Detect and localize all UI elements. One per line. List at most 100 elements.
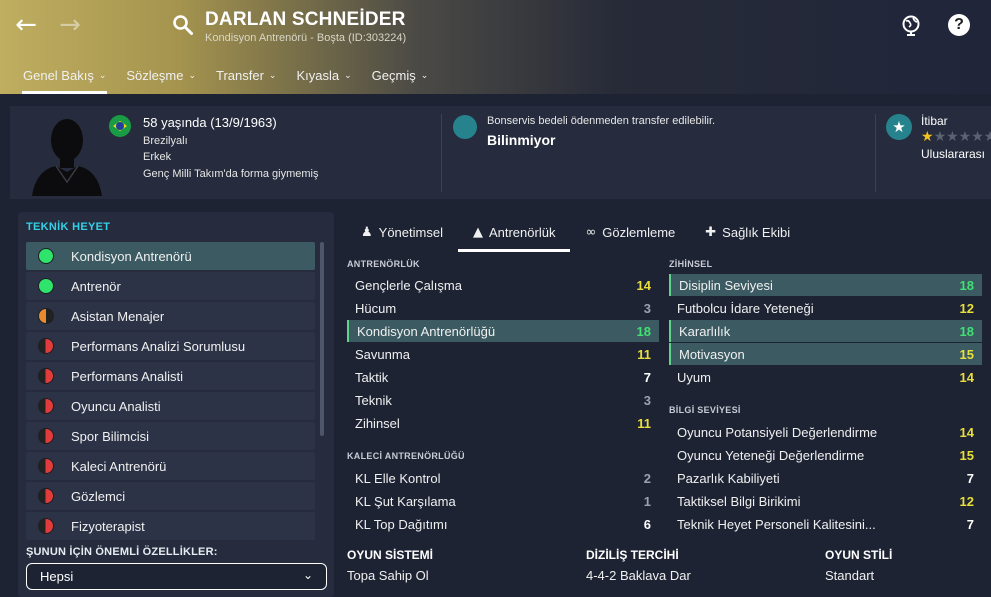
divider [875,114,876,192]
attr-row: Teknik 3 [347,389,659,411]
staff-item-assistant-manager[interactable]: Asistan Menajer [26,302,315,330]
attr-label: Teknik [355,392,392,408]
status-dot-icon [38,368,54,384]
attr-row-highlighted: Kararlılık 18 [669,320,982,342]
attr-value: 15 [959,447,974,463]
staff-item-physio[interactable]: Fizyoterapist [26,512,315,540]
staff-item-sports-scientist[interactable]: Spor Bilimcisi [26,422,315,450]
sub-tab-label: Antrenörlük [488,224,556,240]
reputation-star-icon: ★ [886,114,912,140]
help-icon[interactable]: ? [948,14,970,36]
attr-label: Oyuncu Yeteneği Değerlendirme [677,447,865,463]
header-bar: ← → DARLAN SCHNEİDER Kondisyon Antrenörü… [0,0,991,100]
staff-item-head-of-performance-analysis[interactable]: Performans Analizi Sorumlusu [26,332,315,360]
attr-label: Kararlılık [679,323,731,339]
attr-row: Zihinsel 11 [347,412,659,434]
profile-info-strip: 58 yaşında (13/9/1963) Brezilyalı Erkek … [10,106,991,199]
nationality-text: Brezilyalı [143,135,188,147]
attr-label: Disiplin Seviyesi [679,277,773,293]
attr-value: 14 [959,369,974,385]
tab-scouting[interactable]: ∞ Gözlemleme [570,218,690,246]
staff-item-player-analyst[interactable]: Oyuncu Analisti [26,392,315,420]
formation-value: 4-4-2 Baklava Dar [586,568,691,583]
tab-overview[interactable]: Genel Bakış ⌄ [14,60,115,94]
person-icon: ♟ [361,224,373,240]
attr-value: 1 [643,493,651,509]
divider [441,114,442,192]
globe-icon[interactable] [900,14,922,36]
attr-value: 7 [643,369,651,385]
person-name: DARLAN SCHNEİDER [205,9,406,30]
status-dot-icon [38,518,54,534]
attr-label: Teknik Heyet Personeli Kalitesini... [677,516,876,532]
attr-row: Savunma 11 [347,343,659,365]
staff-item-fitness-coach[interactable]: Kondisyon Antrenörü [26,242,315,270]
attr-row: KL Şut Karşılama 1 [347,490,659,512]
avatar [32,119,102,196]
status-dot-icon [38,308,54,324]
age-text: 58 yaşında (13/9/1963) [143,115,277,130]
chevron-down-icon: ⌄ [98,69,107,80]
status-dot-icon [38,248,54,264]
attr-value: 12 [959,300,974,316]
cone-icon: ▲ [472,224,483,240]
sub-tab-label: Sağlık Ekibi [722,224,791,240]
staff-item-label: Fizyoterapist [71,518,145,534]
attributes-filter-select[interactable]: Hepsi ⌄ [26,563,327,590]
staff-item-label: Spor Bilimcisi [71,428,150,444]
tab-label: Sözleşme [126,67,184,83]
main-tabs: Genel Bakış ⌄ Sözleşme ⌄ Transfer ⌄ Kıyasla… [14,60,439,94]
staff-item-performance-analyst[interactable]: Performans Analisti [26,362,315,390]
transfer-value: Bilinmiyor [487,132,556,148]
attr-row-highlighted: Kondisyon Antrenörlüğü 18 [347,320,659,342]
staff-list-scrollbar[interactable] [320,242,324,436]
staff-item-label: Performans Analisti [71,368,183,384]
attr-value: 14 [636,277,651,293]
attr-value: 18 [636,323,651,339]
brazil-flag-icon [109,115,131,137]
tab-mental[interactable]: ♟ Yönetimsel [346,218,458,246]
staff-item-coach[interactable]: Antrenör [26,272,315,300]
attr-value: 7 [966,470,974,486]
attr-label: Taktiksel Bilgi Birikimi [677,493,801,509]
staff-item-label: Asistan Menajer [71,308,165,324]
back-arrow-icon[interactable]: ← [10,10,42,42]
attr-value: 3 [643,300,651,316]
tab-label: Transfer [216,67,264,83]
mental-section-title: ZİHİNSEL [669,259,713,269]
formation-label: DİZİLİŞ TERCİHİ [586,548,679,562]
attr-row: Gençlerle Çalışma 14 [347,274,659,296]
tab-label: Genel Bakış [23,67,94,83]
staff-item-scout[interactable]: Gözlemci [26,482,315,510]
goalkeeping-section-title: KALECİ ANTRENÖRLÜĞÜ [347,451,465,461]
attr-row-highlighted: Motivasyon 15 [669,343,982,365]
attr-row: Pazarlık Kabiliyeti 7 [669,467,982,489]
attr-row: Uyum 14 [669,366,982,388]
tab-compare[interactable]: Kıyasla ⌄ [287,60,360,90]
attr-row: Oyuncu Potansiyeli Değerlendirme 14 [669,421,982,443]
attr-label: Savunma [355,346,410,362]
tab-history[interactable]: Geçmiş ⌄ [363,60,438,90]
search-icon[interactable] [172,14,194,36]
forward-arrow-icon[interactable]: → [54,10,86,42]
attr-label: Futbolcu İdare Yeteneği [677,300,814,316]
reputation-stars: ★★★★★★ [921,129,991,145]
staff-item-goalkeeping-coach[interactable]: Kaleci Antrenörü [26,452,315,480]
tab-contract[interactable]: Sözleşme ⌄ [117,60,205,90]
important-attributes-label: ŞUNUN İÇİN ÖNEMLİ ÖZELLİKLER: [26,546,218,558]
staff-item-label: Kaleci Antrenörü [71,458,167,474]
tab-transfer[interactable]: Transfer ⌄ [207,60,285,90]
tab-coaching[interactable]: ▲ Antrenörlük [457,218,571,252]
attr-value: 15 [959,346,974,362]
tab-medical[interactable]: ✚ Sağlık Ekibi [690,218,805,246]
attr-row: KL Elle Kontrol 2 [347,467,659,489]
staff-item-label: Performans Analizi Sorumlusu [71,338,246,354]
staff-list: Kondisyon Antrenörü Antrenör Asistan Men… [26,242,315,542]
reputation-level: Uluslararası [921,147,986,161]
attr-label: Hücum [355,300,397,316]
sub-tab-label: Gözlemleme [602,224,676,240]
chevron-down-icon: ⌄ [188,69,196,80]
coaching-section-title: ANTRENÖRLÜK [347,259,420,269]
attribute-tabs: ♟ Yönetimsel ▲ Antrenörlük ∞ Gözlemleme ✚ Sa… [346,218,805,252]
attr-row: Futbolcu İdare Yeteneği 12 [669,297,982,319]
